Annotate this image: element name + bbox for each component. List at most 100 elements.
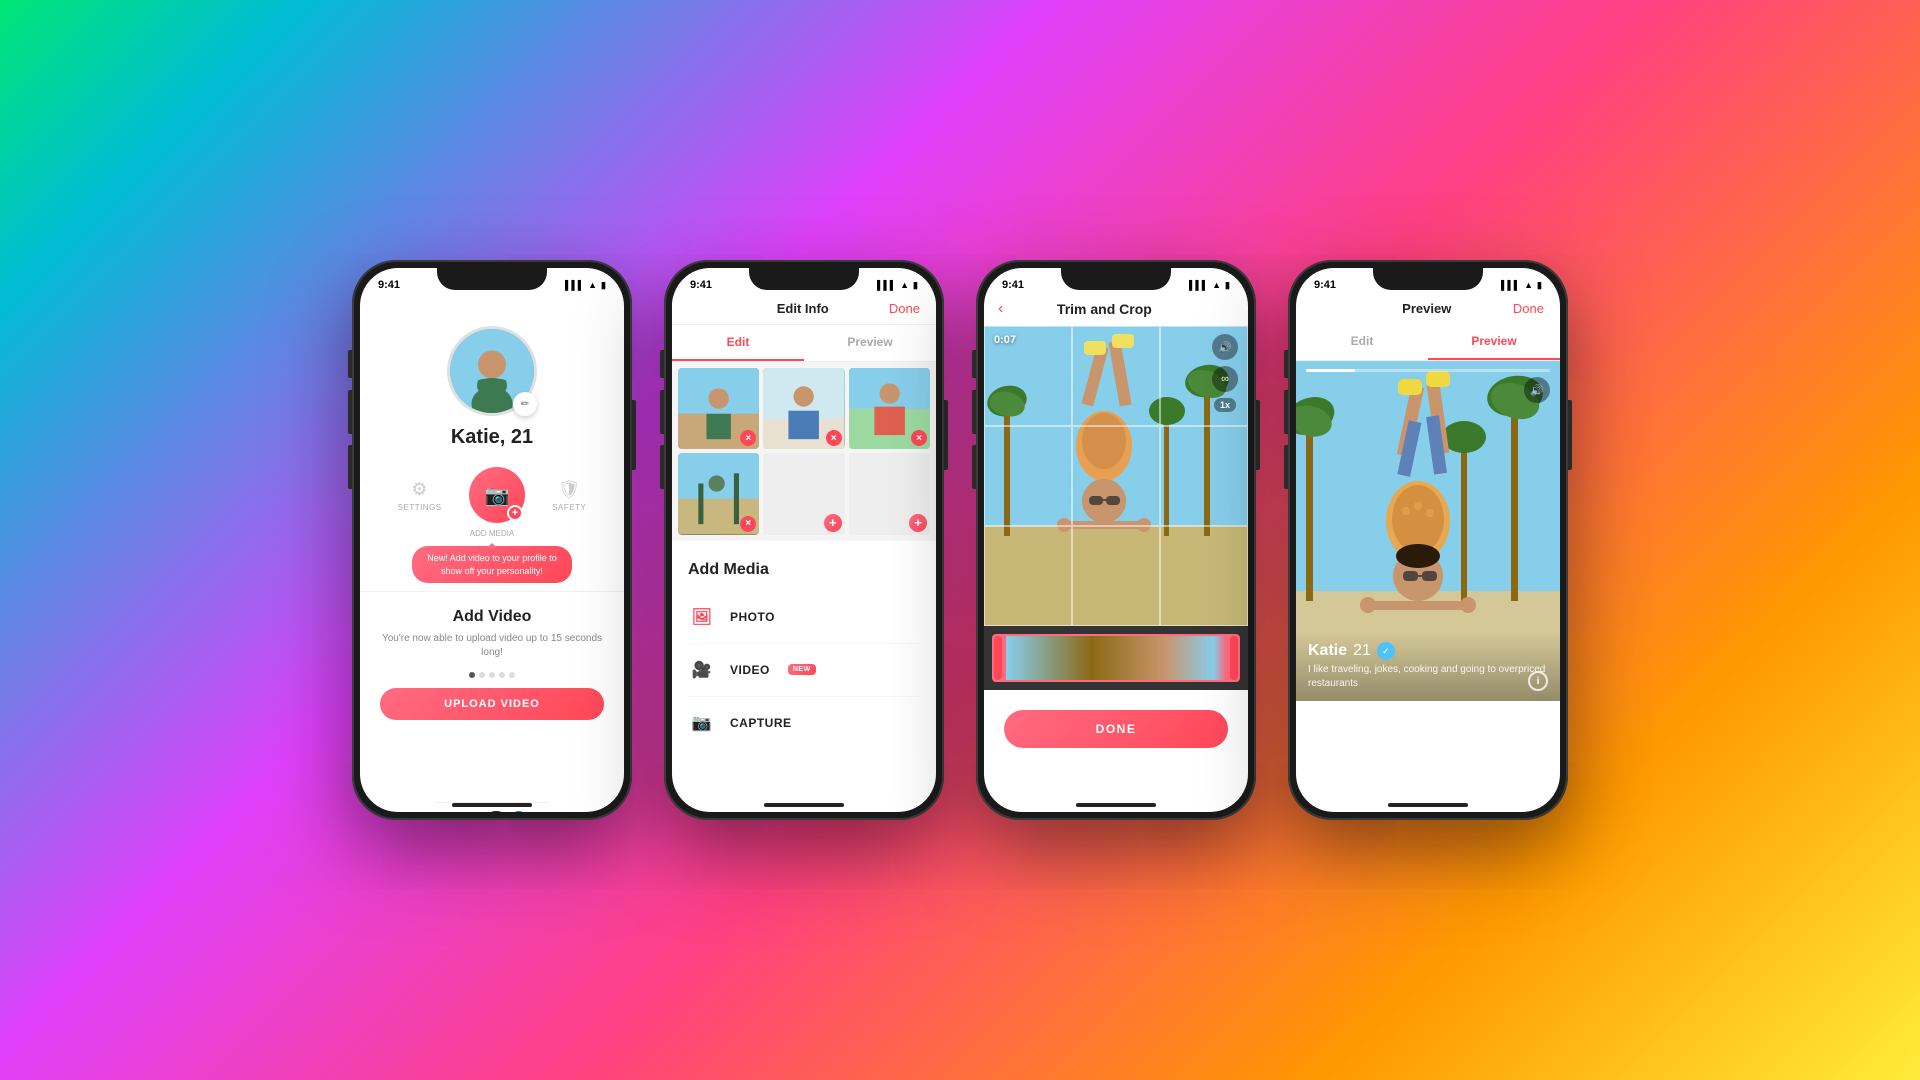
preview-progress-bar — [1306, 369, 1550, 372]
wifi-icon-1: ▲ — [588, 280, 597, 290]
add-media-button[interactable]: 📷 + — [469, 467, 525, 523]
avatar-section: ✏ Katie, 21 — [447, 326, 537, 449]
tab-preview-4[interactable]: Preview — [1428, 324, 1560, 360]
phone3-header: ‹ Trim and Crop ⠀⠀⠀ — [984, 296, 1248, 326]
heart-icon[interactable]: ♡ — [454, 811, 470, 812]
status-icons-3: ▌▌▌ ▲ ▮ — [1189, 280, 1230, 291]
timeline-strip[interactable] — [992, 634, 1240, 682]
speed-display[interactable]: 1x — [1214, 398, 1236, 412]
done-link-2[interactable]: Done — [889, 301, 920, 316]
camera-icon: 📷 — [484, 483, 509, 508]
media-option-photo[interactable]: 🖼 PHOTO — [688, 591, 920, 644]
video-time: 0:07 — [994, 334, 1016, 346]
phone-2: 9:41 ▌▌▌ ▲ ▮ ⠀⠀⠀ Edit Info Done Edit Pre… — [664, 260, 944, 820]
edit-info-title: Edit Info — [777, 301, 829, 316]
dot-indicators — [380, 672, 604, 678]
battery-icon-3: ▮ — [1225, 280, 1230, 291]
wifi-icon-4: ▲ — [1524, 280, 1533, 290]
photo-add-button[interactable]: + — [824, 514, 842, 532]
preview-video-bg: 🔊 Katie 21 ✓ I like traveling, jokes, co… — [1296, 361, 1560, 701]
done-link-4[interactable]: Done — [1513, 301, 1544, 316]
photo-label: PHOTO — [730, 610, 775, 624]
status-time-4: 9:41 — [1314, 279, 1336, 291]
tooltip-bubble: New! Add video to your profile to show o… — [412, 546, 572, 583]
notch-1 — [437, 268, 547, 290]
tab-edit-4[interactable]: Edit — [1296, 324, 1428, 360]
photo-cell-1[interactable]: × — [678, 368, 759, 449]
signal-icon-2: ▌▌▌ — [877, 280, 896, 290]
photo-add-button-2[interactable]: + — [909, 514, 927, 532]
preview-header-title: Preview — [1402, 301, 1451, 316]
timeline-bar — [984, 626, 1248, 690]
add-media-sheet: Add Media 🖼 PHOTO 🎥 VIDEO NEW 📷 CAPTURE — [672, 545, 936, 765]
dot-4 — [499, 672, 505, 678]
phone1-content: ✏ Katie, 21 ⚙ SETTINGS 📷 + 🛡 SA — [360, 296, 624, 812]
home-indicator-3 — [1076, 803, 1156, 807]
info-button[interactable]: i — [1528, 671, 1548, 691]
dot-1 — [469, 672, 475, 678]
notch-3 — [1061, 268, 1171, 290]
signal-icon-1: ▌▌▌ — [565, 280, 584, 290]
photo-delete-2[interactable]: × — [826, 430, 842, 446]
notch-2 — [749, 268, 859, 290]
battery-icon-1: ▮ — [601, 280, 606, 291]
video-icon: 🎥 — [688, 656, 716, 684]
back-button[interactable]: ‹ — [998, 300, 1003, 318]
photo-cell-empty-2[interactable]: + — [849, 453, 930, 534]
media-option-video[interactable]: 🎥 VIDEO NEW — [688, 644, 920, 697]
dot-3 — [489, 672, 495, 678]
video-bg: 0:07 🔊 ∞ 1x — [984, 326, 1248, 626]
signal-icon-3: ▌▌▌ — [1189, 280, 1208, 290]
video-editor: 0:07 🔊 ∞ 1x — [984, 326, 1248, 626]
edit-avatar-button[interactable]: ✏ — [513, 392, 537, 416]
settings-row: ⚙ SETTINGS 📷 + 🛡 SAFETY — [360, 453, 624, 537]
new-badge: NEW — [788, 664, 816, 675]
phone-4: 9:41 ▌▌▌ ▲ ▮ ⠀⠀⠀ Preview Done Edit Previ… — [1288, 260, 1568, 820]
chat-icon[interactable]: 💬 — [485, 811, 507, 812]
photo-cell-3[interactable]: × — [849, 368, 930, 449]
preview-profile-info: Katie 21 ✓ I like traveling, jokes, cook… — [1296, 632, 1560, 701]
done-section: DONE — [984, 690, 1248, 768]
done-button[interactable]: DONE — [1004, 710, 1228, 748]
preview-age: 21 — [1353, 642, 1371, 660]
safety-item[interactable]: 🛡 SAFETY — [552, 479, 586, 512]
preview-video: 🔊 Katie 21 ✓ I like traveling, jokes, co… — [1296, 361, 1560, 701]
capture-label: CAPTURE — [730, 716, 792, 730]
add-video-title: Add Video — [380, 608, 604, 626]
profile-name-1: Katie, 21 — [451, 426, 533, 449]
photo-delete-4[interactable]: × — [740, 516, 756, 532]
status-time-3: 9:41 — [1002, 279, 1024, 291]
volume-icon-4[interactable]: 🔊 — [1524, 377, 1550, 403]
signal-icon-4: ▌▌▌ — [1501, 280, 1520, 290]
phone-3: 9:41 ▌▌▌ ▲ ▮ ‹ Trim and Crop ⠀⠀⠀ — [976, 260, 1256, 820]
home-indicator-4 — [1388, 803, 1468, 807]
timeline-handle-left[interactable] — [994, 636, 1002, 680]
timeline-handle-right[interactable] — [1230, 636, 1238, 680]
upload-video-button[interactable]: UPLOAD VIDEO — [380, 688, 604, 720]
settings-item[interactable]: ⚙ SETTINGS — [398, 479, 442, 512]
status-time-1: 9:41 — [378, 279, 400, 291]
add-media-title: Add Media — [688, 561, 920, 579]
progress-fill — [1306, 369, 1355, 372]
preview-tabs: Edit Preview — [1296, 324, 1560, 361]
spacer3: ⠀⠀⠀ — [1205, 301, 1234, 317]
battery-icon-4: ▮ — [1537, 280, 1542, 291]
dot-2 — [479, 672, 485, 678]
loop-icon[interactable]: ∞ — [1212, 366, 1238, 392]
phones-container: 9:41 ▌▌▌ ▲ ▮ — [0, 0, 1920, 1080]
preview-name-row: Katie 21 ✓ — [1308, 642, 1548, 660]
tab-preview[interactable]: Preview — [804, 325, 936, 361]
tab-edit[interactable]: Edit — [672, 325, 804, 361]
phone-1: 9:41 ▌▌▌ ▲ ▮ — [352, 260, 632, 820]
profile-icon[interactable]: 👤 — [508, 811, 530, 812]
wifi-icon-3: ▲ — [1212, 280, 1221, 290]
media-option-capture[interactable]: 📷 CAPTURE — [688, 697, 920, 749]
star-icon[interactable]: ✦ — [470, 811, 485, 812]
photo-cell-2[interactable]: × — [763, 368, 844, 449]
volume-icon-3[interactable]: 🔊 — [1212, 334, 1238, 360]
photo-cell-4[interactable]: × — [678, 453, 759, 534]
photo-cell-empty[interactable]: + — [763, 453, 844, 534]
notch-4 — [1373, 268, 1483, 290]
wifi-icon-2: ▲ — [900, 280, 909, 290]
verified-badge: ✓ — [1377, 642, 1395, 660]
